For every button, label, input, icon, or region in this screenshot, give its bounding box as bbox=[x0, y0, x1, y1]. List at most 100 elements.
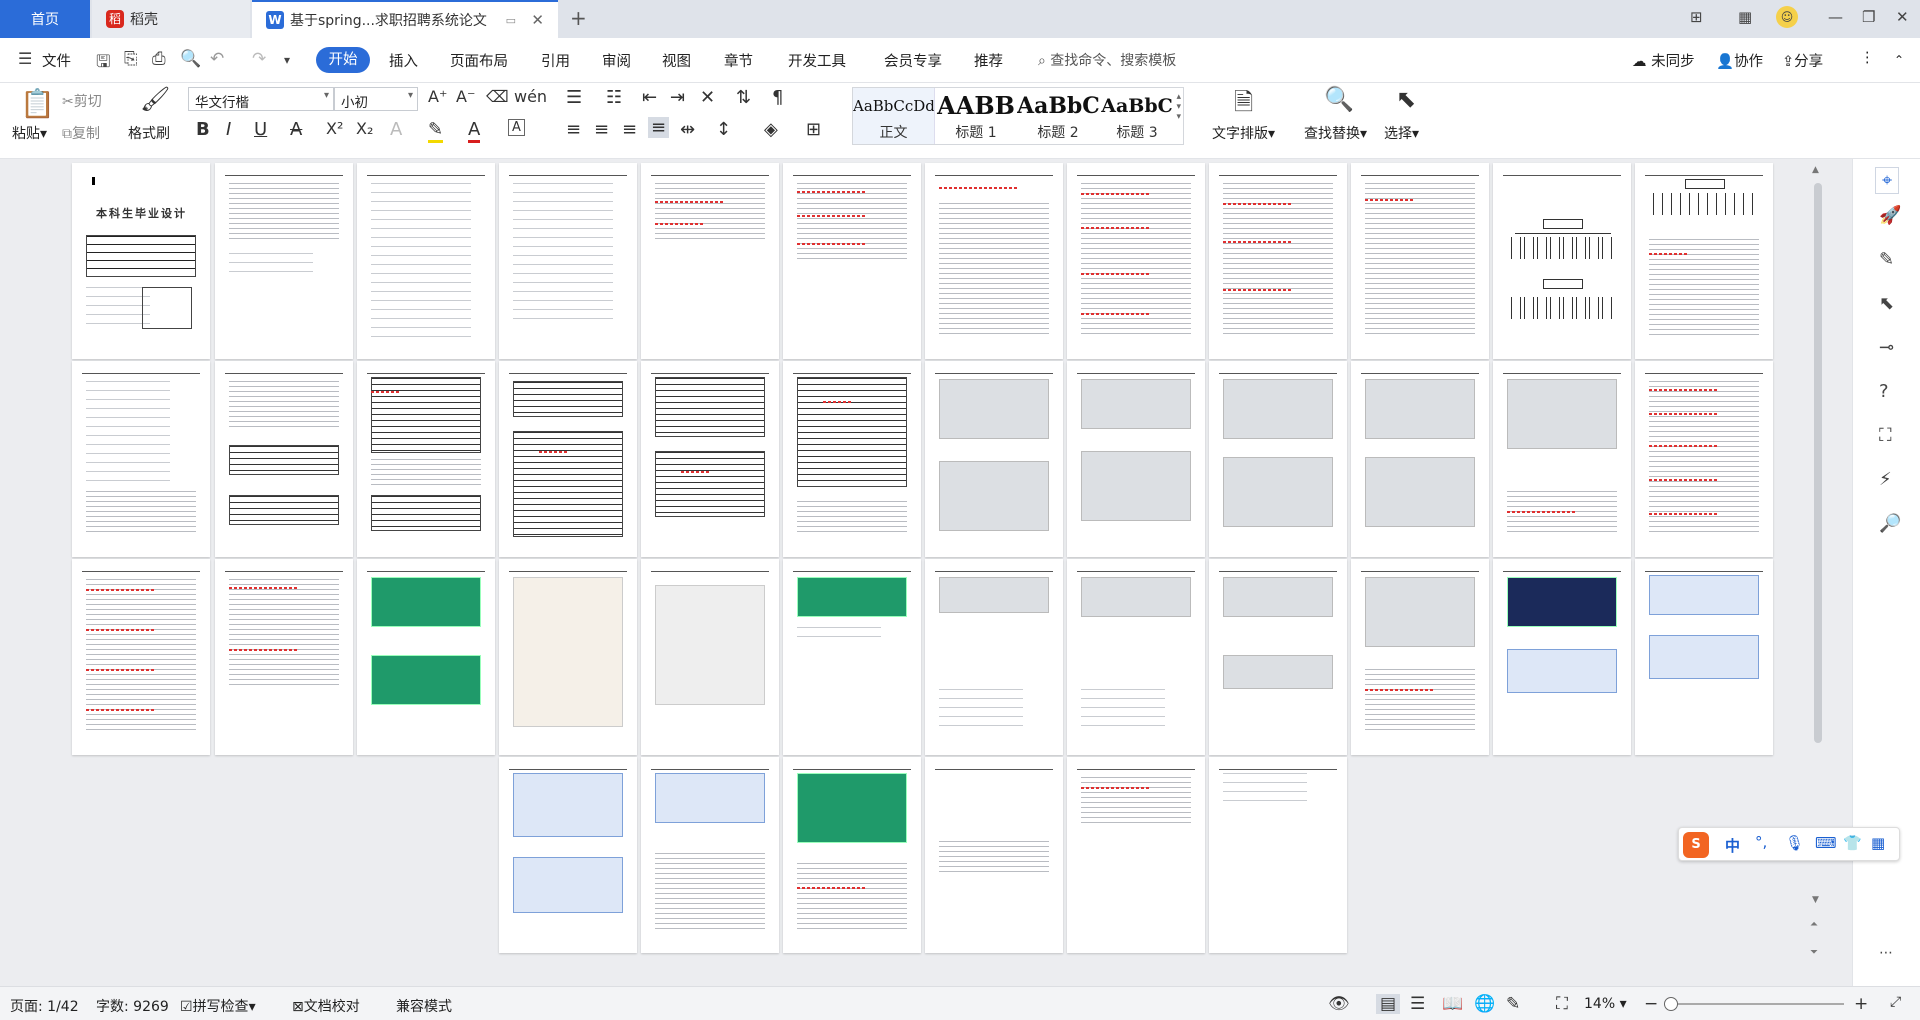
page-thumbnail[interactable]: 本科生毕业设计 bbox=[72, 163, 210, 359]
menu-developer[interactable]: 开发工具 bbox=[788, 50, 846, 71]
page-thumbnail[interactable] bbox=[357, 163, 495, 359]
outdent-icon[interactable]: ⇤ bbox=[642, 87, 657, 108]
page-thumbnail[interactable] bbox=[1067, 163, 1205, 359]
cut-button[interactable]: ✂剪切 bbox=[62, 91, 102, 111]
italic-button[interactable]: I bbox=[226, 119, 231, 140]
menu-member[interactable]: 会员专享 bbox=[884, 50, 942, 71]
page-thumbnail[interactable] bbox=[357, 361, 495, 557]
print-icon[interactable]: ⎙ bbox=[152, 49, 166, 69]
vertical-scrollbar[interactable]: ▲ ▼ ⏶ ⏷ bbox=[1798, 159, 1852, 986]
toolbox-icon[interactable]: ▦ bbox=[1871, 834, 1885, 852]
page-thumbnail[interactable] bbox=[499, 559, 637, 755]
menu-recommend[interactable]: 推荐 bbox=[974, 50, 1003, 71]
page-thumbnail[interactable] bbox=[1209, 559, 1347, 755]
ime-toolbar[interactable]: S 中 °, 🎙 ⌨ 👕 ▦ bbox=[1678, 827, 1900, 861]
line-spacing-icon[interactable]: ↕ bbox=[716, 119, 731, 140]
text-effect-icon[interactable]: A bbox=[390, 119, 402, 140]
undo-icon[interactable]: ↶ bbox=[210, 49, 224, 69]
tab-home[interactable]: 首页 bbox=[0, 0, 90, 38]
align-left-icon[interactable]: ≡ bbox=[566, 119, 581, 140]
page-thumbnail[interactable] bbox=[1351, 163, 1489, 359]
menu-review[interactable]: 审阅 bbox=[602, 50, 631, 71]
menu-page-layout[interactable]: 页面布局 bbox=[450, 50, 508, 71]
outline-view-icon[interactable]: ☰ bbox=[1410, 994, 1425, 1014]
style-heading-2[interactable]: AaBbC 标题 2 bbox=[1017, 88, 1099, 144]
eye-icon[interactable]: 👁 bbox=[1328, 994, 1350, 1014]
apps-grid-icon[interactable]: ▦ bbox=[1738, 8, 1752, 26]
paste-button[interactable]: 粘贴▾ bbox=[12, 123, 47, 143]
page-indicator[interactable]: 页面: 1/42 bbox=[10, 996, 79, 1016]
underline-button[interactable]: U bbox=[254, 119, 267, 140]
distributed-icon[interactable]: ⇹ bbox=[680, 119, 695, 140]
zoom-select[interactable]: 14% ▾ bbox=[1584, 996, 1627, 1012]
chevron-down-icon[interactable]: ▾ bbox=[284, 53, 290, 67]
subscript-button[interactable]: X₂ bbox=[356, 119, 373, 138]
export-icon[interactable]: ⎘ bbox=[124, 49, 138, 69]
close-window-icon[interactable]: ✕ bbox=[1896, 8, 1909, 26]
page-thumbnail[interactable] bbox=[1209, 757, 1347, 953]
superscript-button[interactable]: X² bbox=[326, 119, 343, 138]
reading-view-icon[interactable]: 📖 bbox=[1442, 994, 1463, 1014]
page-thumbnail[interactable] bbox=[783, 559, 921, 755]
screen-icon[interactable]: ▭ bbox=[506, 14, 516, 27]
page-thumbnail[interactable] bbox=[499, 361, 637, 557]
menu-insert[interactable]: 插入 bbox=[389, 50, 418, 71]
borders-icon[interactable]: ⊞ bbox=[806, 119, 821, 140]
microphone-icon[interactable]: 🎙 bbox=[1785, 834, 1804, 852]
copy-button[interactable]: ⧉复制 bbox=[62, 123, 100, 143]
menu-chapter[interactable]: 章节 bbox=[724, 50, 753, 71]
indent-icon[interactable]: ⇥ bbox=[670, 87, 685, 108]
collapse-ribbon-icon[interactable]: ⌃ bbox=[1894, 53, 1904, 67]
write-mode-icon[interactable]: ✎ bbox=[1506, 994, 1520, 1014]
avatar[interactable]: ☺ bbox=[1776, 6, 1798, 28]
page-thumbnail[interactable] bbox=[1351, 361, 1489, 557]
web-view-icon[interactable]: 🌐 bbox=[1474, 994, 1495, 1014]
page-thumbnail[interactable] bbox=[357, 559, 495, 755]
show-marks-icon[interactable]: ¶ bbox=[772, 87, 783, 108]
slider-icon[interactable]: ⊸ bbox=[1879, 337, 1894, 358]
sort-icon[interactable]: ⇅ bbox=[736, 87, 751, 108]
page-thumbnail[interactable] bbox=[1493, 559, 1631, 755]
page-thumbnail[interactable] bbox=[1067, 757, 1205, 953]
page-thumbnail[interactable] bbox=[499, 757, 637, 953]
find-icon[interactable]: 🔍 bbox=[1324, 85, 1354, 113]
scroll-up-icon[interactable]: ▲ bbox=[1812, 165, 1819, 175]
menu-view[interactable]: 视图 bbox=[662, 50, 691, 71]
word-count[interactable]: 字数: 9269 bbox=[96, 996, 169, 1016]
skin-icon[interactable]: 👕 bbox=[1843, 834, 1862, 852]
page-thumbnail[interactable] bbox=[1635, 559, 1773, 755]
align-center-icon[interactable]: ≡ bbox=[594, 119, 609, 140]
scroll-down-icon[interactable]: ▼ bbox=[1812, 895, 1819, 905]
page-thumbnail[interactable] bbox=[1493, 163, 1631, 359]
doc-search-icon[interactable]: 🔎 bbox=[1879, 513, 1901, 534]
close-tab-icon[interactable]: ✕ bbox=[531, 11, 544, 29]
document-canvas[interactable]: 本科生毕业设计 bbox=[0, 159, 1852, 986]
page-thumbnail[interactable] bbox=[641, 361, 779, 557]
select-button[interactable]: 选择▾ bbox=[1384, 123, 1419, 143]
page-thumbnail[interactable] bbox=[1635, 361, 1773, 557]
keyboard-icon[interactable]: ⌨ bbox=[1815, 834, 1837, 852]
grow-font-icon[interactable]: A⁺ bbox=[428, 87, 447, 106]
page-thumbnail[interactable] bbox=[925, 559, 1063, 755]
help-icon[interactable]: ? bbox=[1879, 381, 1889, 402]
page-thumbnail[interactable] bbox=[72, 361, 210, 557]
char-border-icon[interactable]: A bbox=[508, 119, 525, 136]
bold-button[interactable]: B bbox=[196, 119, 210, 140]
hamburger-icon[interactable]: ☰ bbox=[18, 49, 32, 68]
bullet-list-icon[interactable]: ☰ bbox=[566, 87, 582, 108]
page-view-icon[interactable]: ▤ bbox=[1376, 994, 1401, 1014]
typeset-icon[interactable]: 🗎 bbox=[1234, 85, 1253, 126]
redo-icon[interactable]: ↷ bbox=[252, 49, 266, 69]
page-thumbnail[interactable] bbox=[925, 361, 1063, 557]
clear-format-icon[interactable]: ⌫ bbox=[486, 87, 509, 106]
page-thumbnail[interactable] bbox=[1067, 361, 1205, 557]
font-color-icon[interactable]: A bbox=[468, 119, 481, 143]
menu-file[interactable]: 文件 bbox=[42, 50, 71, 71]
justify-icon[interactable]: ≡ bbox=[648, 117, 670, 138]
command-search[interactable]: ⌕ 查找命令、搜索模板 bbox=[1038, 50, 1176, 70]
rocket-icon[interactable]: 🚀 bbox=[1879, 205, 1901, 226]
page-thumbnail[interactable] bbox=[1493, 361, 1631, 557]
new-tab-button[interactable]: + bbox=[570, 6, 587, 30]
location-pin-icon[interactable]: ⌖ bbox=[1875, 167, 1900, 194]
page-thumbnail[interactable] bbox=[1209, 163, 1347, 359]
